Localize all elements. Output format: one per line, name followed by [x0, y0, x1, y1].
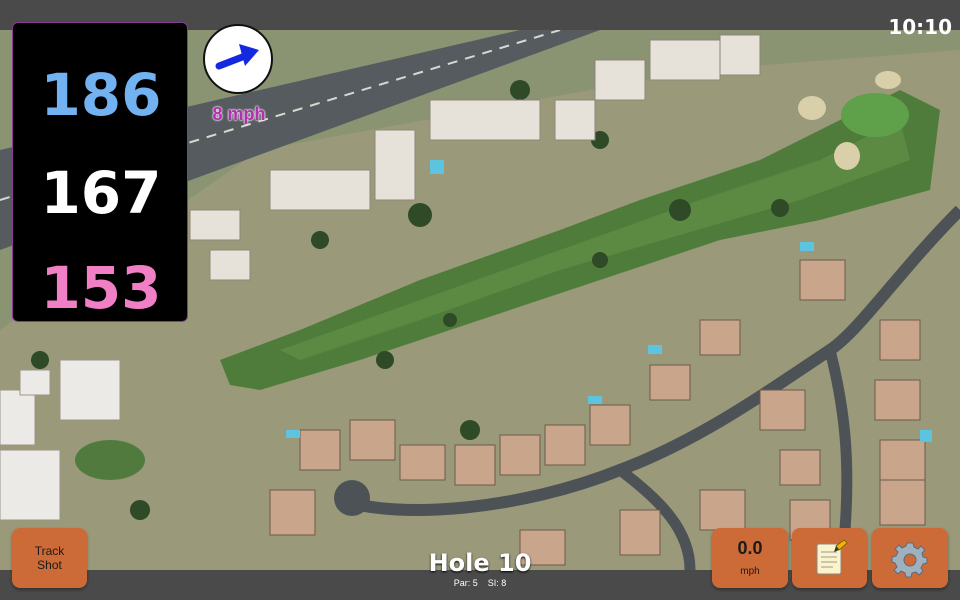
speed-value: 0.0	[737, 538, 763, 558]
track-shot-label-line1: Track	[34, 544, 65, 558]
track-shot-button[interactable]: Track Shot	[12, 528, 87, 588]
middle-distance: 167	[40, 159, 162, 227]
wind-indicator	[203, 24, 273, 94]
hole-par: Par: 5	[453, 578, 478, 588]
gear-icon	[891, 542, 928, 578]
track-shot-label-line2: Shot	[37, 558, 62, 572]
hole-info: Par: 5 SI: 8	[380, 578, 580, 588]
front-distance: 153	[40, 254, 162, 322]
hole-si: SI: 8	[487, 578, 507, 588]
speed-button[interactable]: 0.0 mph	[712, 528, 788, 588]
hole-title: Hole 10	[428, 549, 532, 577]
notes-button[interactable]	[792, 528, 867, 588]
distance-panel: 186 167 153	[12, 22, 188, 322]
settings-button[interactable]	[872, 528, 948, 588]
wind-speed-label: 8 mph	[212, 104, 266, 124]
notepad-icon	[816, 539, 848, 575]
speed-unit: mph	[740, 566, 760, 577]
wind-arrow-icon	[215, 44, 259, 70]
clock: 10:10	[888, 15, 952, 39]
back-distance: 186	[40, 61, 162, 129]
